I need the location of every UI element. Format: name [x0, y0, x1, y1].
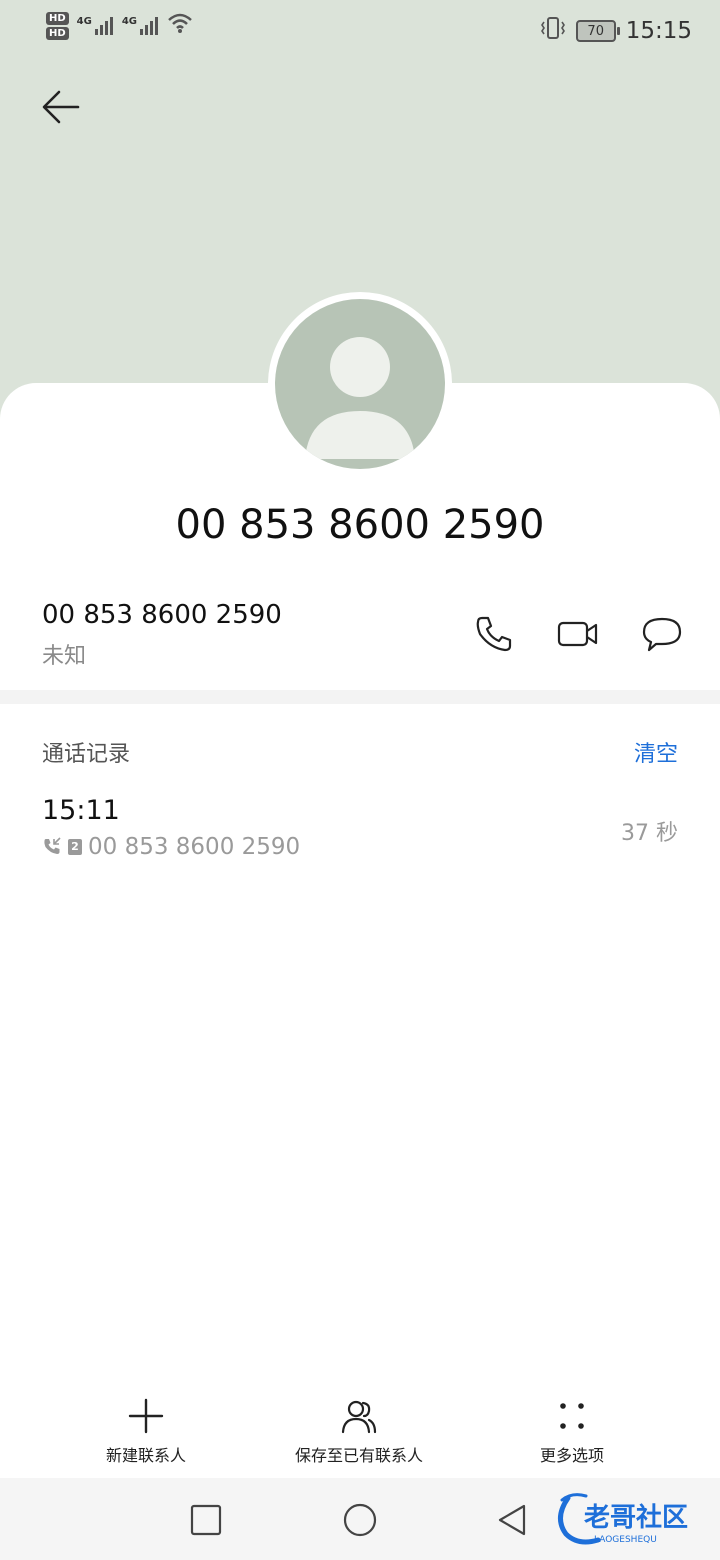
- call-log-time[interactable]: 15:11: [42, 795, 120, 826]
- watermark-text: 老哥社区: [584, 1502, 688, 1533]
- home-button[interactable]: [342, 1502, 378, 1538]
- message-button[interactable]: [640, 612, 684, 656]
- video-call-icon: [557, 621, 598, 647]
- network-type-2: 4G: [121, 16, 138, 27]
- sim-card-icon: 2: [68, 839, 82, 855]
- avatar-placeholder: [275, 299, 445, 469]
- call-log-details: 2 00 853 8600 2590: [42, 834, 300, 860]
- call-duration: 37 秒: [621, 821, 678, 846]
- vibrate-icon: [540, 16, 566, 46]
- clear-call-log-button[interactable]: 清空: [634, 736, 678, 768]
- recent-apps-button[interactable]: [188, 1502, 224, 1538]
- signal-2-icon: 4G: [122, 16, 159, 36]
- phone-icon: [476, 616, 512, 652]
- back-button[interactable]: [36, 82, 86, 132]
- call-log-title: 通话记录: [42, 742, 131, 767]
- message-bubble-icon: [642, 617, 682, 652]
- status-right: 70 15:15: [540, 16, 692, 46]
- save-to-existing-contact-button[interactable]: 保存至已有联系人: [284, 1396, 434, 1466]
- back-nav-button[interactable]: [494, 1502, 530, 1538]
- plus-icon: [128, 1398, 164, 1434]
- contacts-icon: [341, 1400, 377, 1434]
- battery-icon: 70: [575, 20, 620, 42]
- wifi-icon: [167, 12, 193, 40]
- incoming-call-icon: [44, 837, 61, 854]
- status-left: HD HD 4G 4G: [46, 12, 193, 40]
- more-dots-icon: [560, 1403, 584, 1429]
- new-contact-button[interactable]: 新建联系人: [96, 1396, 196, 1466]
- number-row[interactable]: 00 853 8600 2590 未知: [42, 600, 282, 670]
- triangle-back-icon: [498, 1504, 526, 1536]
- circle-icon: [343, 1503, 377, 1537]
- new-contact-label: 新建联系人: [105, 1446, 186, 1465]
- page-title: 00 853 8600 2590: [175, 502, 545, 548]
- battery-level: 70: [587, 23, 604, 39]
- call-log-number: 00 853 8600 2590: [88, 834, 301, 860]
- hd-indicators: HD HD: [46, 12, 69, 40]
- avatar: [268, 292, 452, 476]
- save-to-existing-label: 保存至已有联系人: [294, 1446, 423, 1465]
- status-bar: HD HD 4G 4G 70 15:15: [0, 0, 720, 60]
- bottom-action-bar: 新建联系人 保存至已有联系人 更多选项: [0, 1396, 720, 1476]
- video-call-button[interactable]: [556, 612, 600, 656]
- more-options-button[interactable]: 更多选项: [522, 1396, 622, 1466]
- watermark-logo: 老哥社区 LAOGESHEQU: [554, 1488, 704, 1548]
- arrow-left-icon: [42, 90, 80, 124]
- square-icon: [190, 1504, 222, 1536]
- status-time: 15:15: [625, 18, 692, 44]
- call-button[interactable]: [472, 612, 516, 656]
- number-label: 未知: [42, 644, 87, 669]
- content-sheet: [0, 383, 720, 1483]
- dragon-logo-icon: 老哥社区 LAOGESHEQU: [558, 1493, 688, 1545]
- watermark-subtext: LAOGESHEQU: [594, 1535, 657, 1545]
- number-actions: [472, 612, 684, 656]
- section-divider: [0, 690, 720, 704]
- phone-number: 00 853 8600 2590: [42, 600, 282, 630]
- more-options-label: 更多选项: [539, 1446, 604, 1465]
- signal-1-icon: 4G: [77, 16, 114, 36]
- system-nav-bar: 老哥社区 LAOGESHEQU: [0, 1478, 720, 1560]
- hd-badge-1: HD: [46, 12, 69, 25]
- hd-badge-2: HD: [46, 27, 69, 40]
- person-silhouette-icon: [305, 337, 415, 459]
- network-type-1: 4G: [76, 16, 92, 27]
